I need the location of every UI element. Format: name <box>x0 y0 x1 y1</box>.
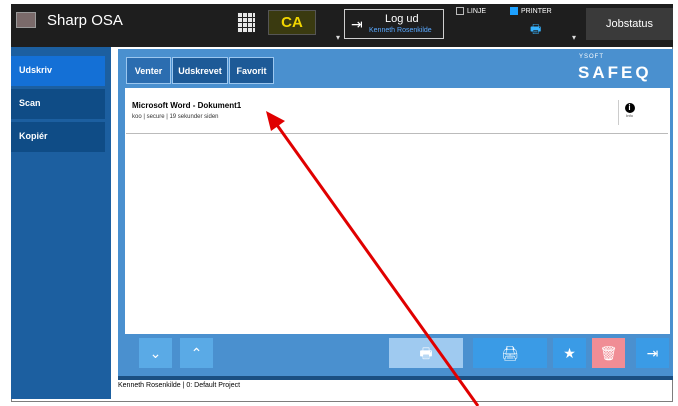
annotation-arrow-head <box>266 111 285 131</box>
annotation-arrow <box>266 111 480 406</box>
annotation-arrow-line <box>275 124 480 406</box>
